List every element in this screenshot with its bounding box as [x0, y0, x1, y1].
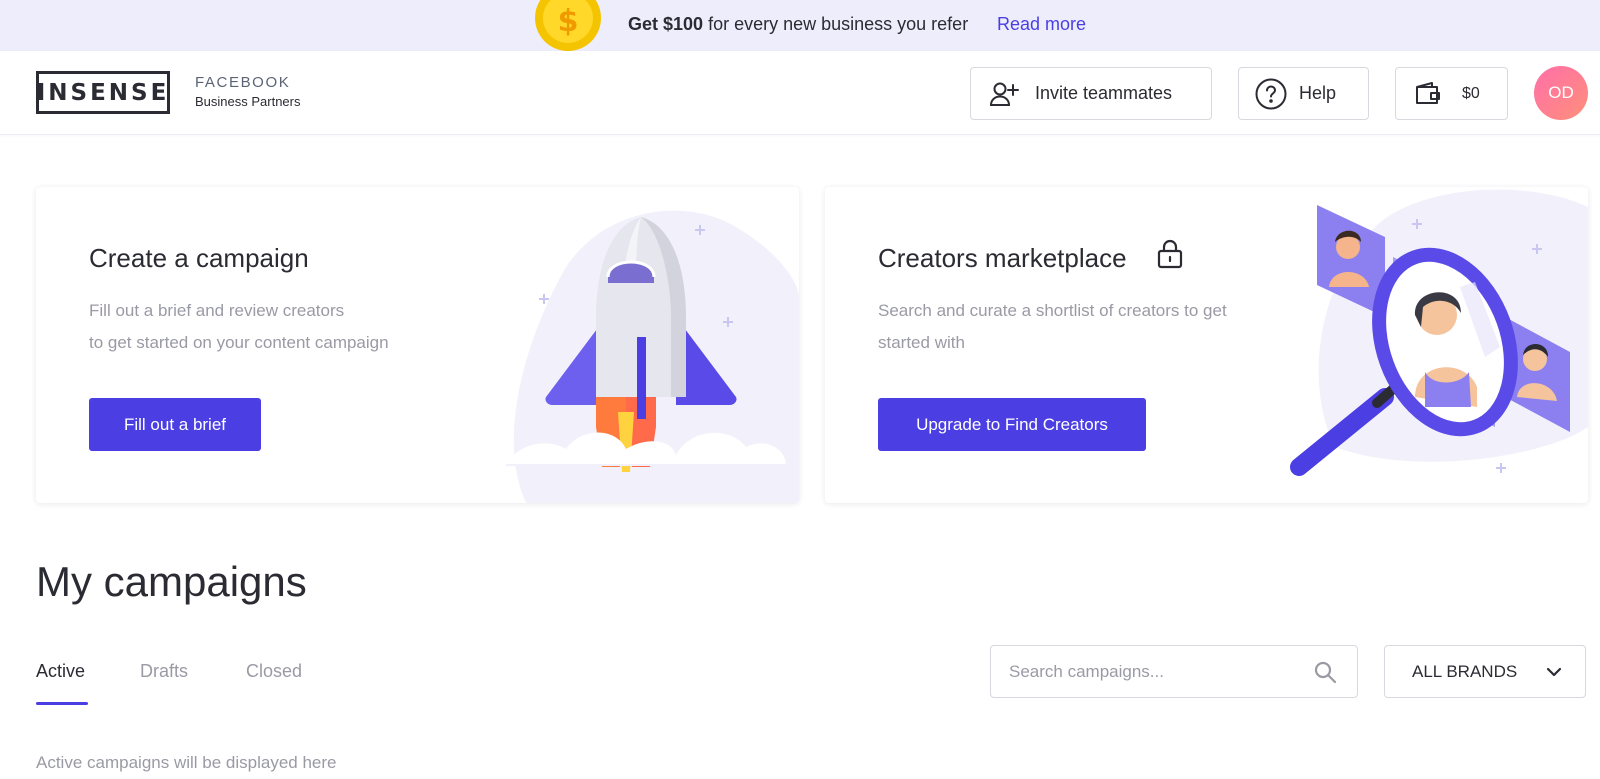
dollar-coin-icon: $ — [535, 0, 601, 51]
creators-marketplace-desc-line1: Search and curate a shortlist of creator… — [878, 301, 1227, 320]
marketplace-illustration — [1290, 189, 1588, 476]
partner-subtitle: Business Partners — [195, 94, 301, 109]
top-header: INSENSE FACEBOOK Business Partners Invit… — [0, 51, 1600, 135]
brand-filter-dropdown[interactable]: ALL BRANDS — [1384, 645, 1586, 698]
creators-marketplace-title: Creators marketplace — [878, 243, 1127, 273]
read-more-link[interactable]: Read more — [997, 14, 1086, 35]
user-avatar[interactable]: OD — [1534, 66, 1588, 120]
user-plus-icon — [989, 82, 1019, 106]
partner-name: FACEBOOK — [195, 74, 291, 91]
referral-description: for every new business you refer — [703, 14, 969, 34]
wallet-icon — [1416, 81, 1440, 104]
tab-active[interactable]: Active — [36, 661, 85, 682]
tab-drafts[interactable]: Drafts — [140, 661, 188, 682]
create-campaign-desc-line2: to get started on your content campaign — [89, 333, 389, 352]
coin-symbol: $ — [558, 4, 579, 39]
invite-teammates-label: Invite teammates — [1035, 83, 1173, 103]
creators-marketplace-description: Search and curate a shortlist of creator… — [878, 295, 1227, 359]
empty-state-message: Active campaigns will be displayed here — [36, 753, 337, 772]
create-campaign-desc-line1: Fill out a brief and review creators — [89, 301, 345, 320]
facebook-partner-badge: FACEBOOK Business Partners — [195, 74, 301, 109]
insense-logo[interactable]: INSENSE — [36, 71, 170, 114]
question-circle-icon — [1255, 78, 1287, 109]
create-campaign-description: Fill out a brief and review creators to … — [89, 295, 389, 359]
referral-amount: Get $100 — [628, 14, 704, 34]
creators-marketplace-card: Creators marketplace Search and curate a… — [825, 187, 1588, 503]
campaign-search-box — [990, 645, 1358, 698]
wallet-balance-button[interactable]: $0 — [1395, 67, 1508, 120]
search-input[interactable] — [1009, 646, 1309, 697]
rocket-illustration — [506, 210, 799, 503]
create-campaign-title: Create a campaign — [89, 243, 309, 273]
brand-filter-value: ALL BRANDS — [1412, 661, 1518, 681]
fill-out-brief-button[interactable]: Fill out a brief — [89, 398, 261, 451]
help-button[interactable]: Help — [1238, 67, 1369, 120]
create-campaign-card: Create a campaign Fill out a brief and r… — [36, 187, 799, 503]
help-label: Help — [1299, 83, 1337, 103]
wallet-balance: $0 — [1462, 84, 1480, 102]
creators-marketplace-desc-line2: started with — [878, 333, 965, 352]
tab-closed[interactable]: Closed — [246, 661, 302, 682]
upgrade-find-creators-button[interactable]: Upgrade to Find Creators — [878, 398, 1146, 451]
referral-banner: $ Get $100 for every new business you re… — [0, 0, 1600, 51]
active-tab-indicator — [36, 702, 88, 705]
invite-teammates-button[interactable]: Invite teammates — [970, 67, 1212, 120]
my-campaigns-title: My campaigns — [36, 558, 307, 605]
lock-icon — [1157, 239, 1183, 269]
referral-text: Get $100 for every new business you refe… — [628, 14, 968, 35]
chevron-down-icon — [1546, 667, 1562, 677]
search-icon[interactable] — [1313, 660, 1337, 684]
